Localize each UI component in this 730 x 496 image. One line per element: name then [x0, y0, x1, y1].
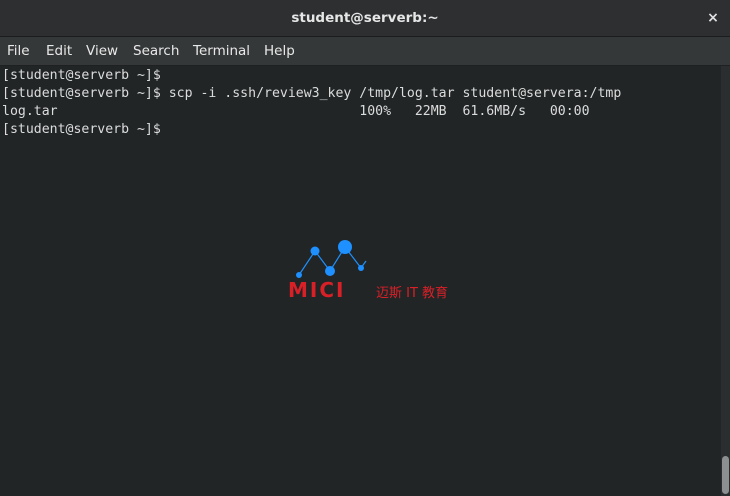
menu-search[interactable]: Search [129, 37, 183, 66]
menu-edit[interactable]: Edit [42, 37, 76, 66]
menu-terminal[interactable]: Terminal [189, 37, 254, 66]
menu-view[interactable]: View [82, 37, 122, 66]
title-bar[interactable]: student@serverb:~ × [0, 0, 730, 37]
terminal-window: student@serverb:~ × File Edit View Searc… [0, 0, 730, 496]
terminal-line: [student@serverb ~]$ [2, 68, 161, 83]
window-title: student@serverb:~ [291, 10, 439, 26]
close-button[interactable]: × [704, 9, 722, 27]
terminal-line: [student@serverb ~]$ scp -i .ssh/review3… [2, 86, 622, 101]
terminal-line: [student@serverb ~]$ [2, 122, 161, 137]
vertical-scrollbar[interactable] [721, 66, 730, 496]
watermark-logo: MICI 迈斯 IT 教育 [286, 238, 466, 302]
network-dots-icon [296, 240, 367, 278]
watermark-tagline: 迈斯 IT 教育 [376, 286, 449, 301]
scrollbar-thumb[interactable] [722, 456, 729, 494]
watermark-brand: MICI [288, 278, 346, 302]
menu-bar: File Edit View Search Terminal Help [0, 37, 730, 66]
menu-file[interactable]: File [3, 37, 34, 66]
menu-help[interactable]: Help [260, 37, 299, 66]
terminal-line: log.tar 100% 22MB 61.6MB/s 00:00 [2, 104, 590, 119]
